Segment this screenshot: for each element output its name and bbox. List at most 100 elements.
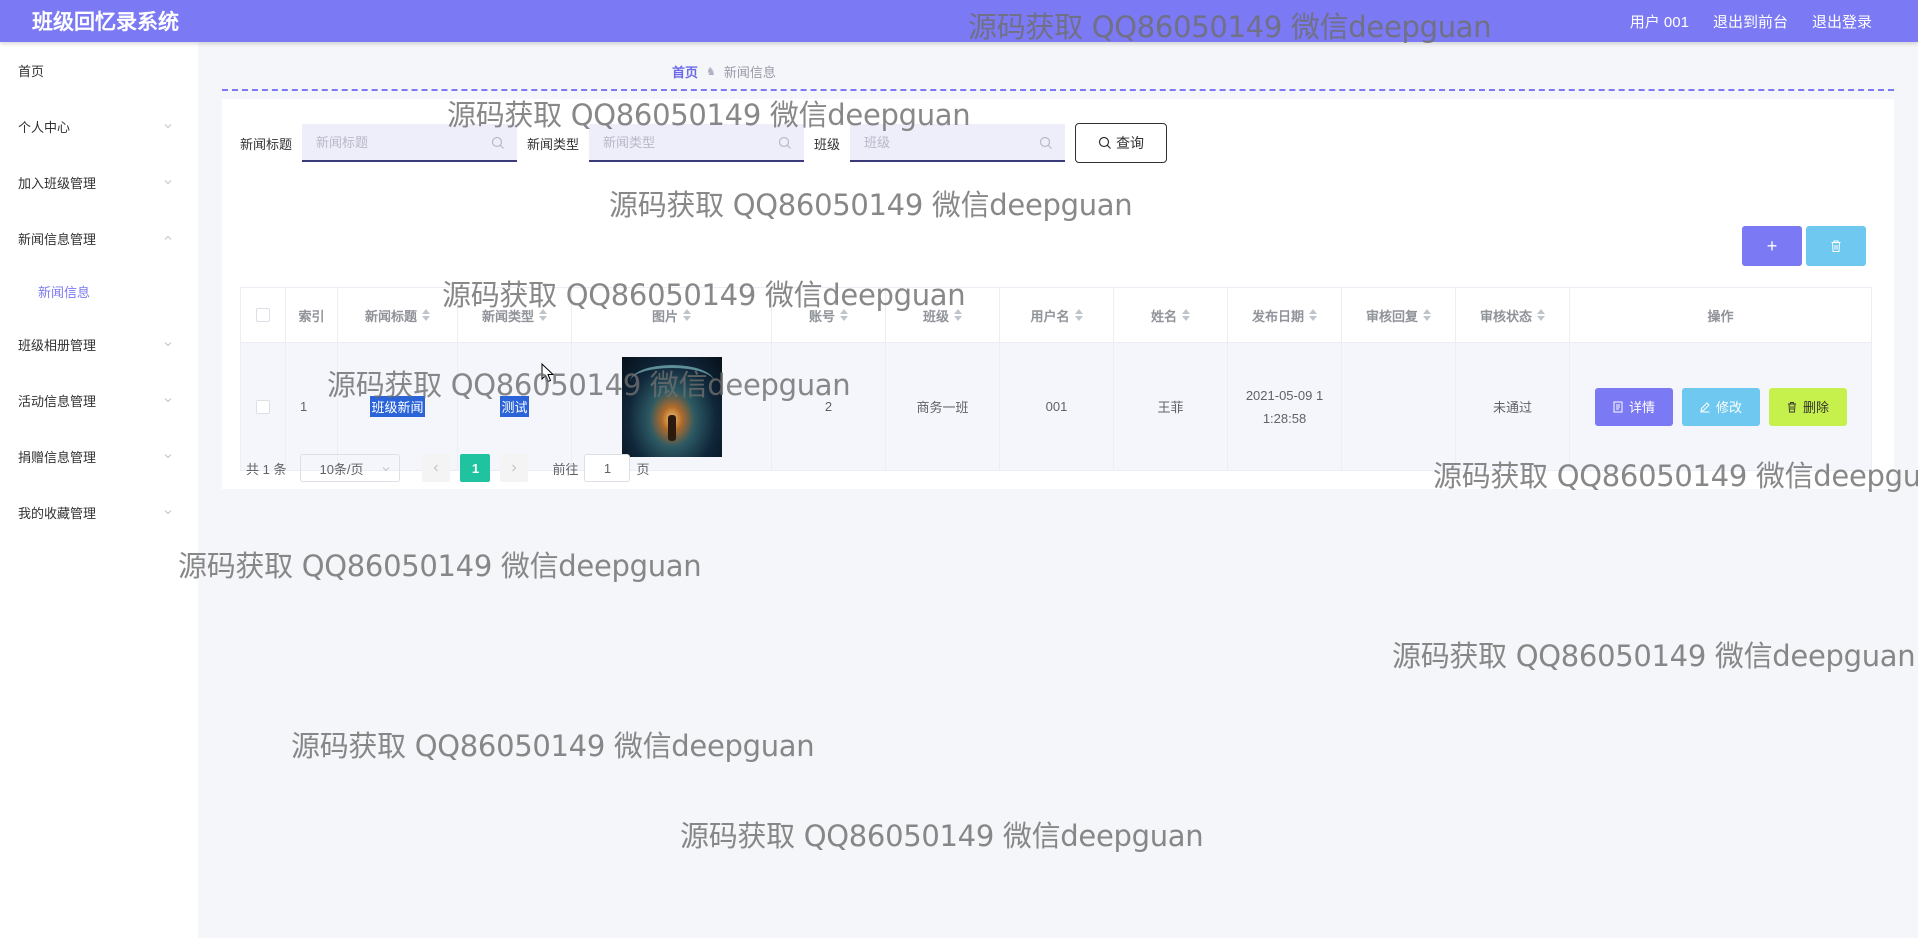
sort-icon[interactable] [1423, 309, 1431, 321]
app-title: 班级回忆录系统 [32, 11, 179, 34]
header-divider [222, 89, 1894, 91]
detail-button[interactable]: 详情 [1594, 387, 1673, 426]
chevron-left-icon [434, 464, 439, 472]
logout-link[interactable]: 退出登录 [1812, 11, 1872, 32]
next-page-button[interactable] [500, 454, 529, 482]
delete-button[interactable]: 删除 [1768, 387, 1847, 426]
title-search-input[interactable] [316, 134, 487, 150]
sidebar-item-label: 加入班级管理 [18, 175, 97, 191]
delete-button-label: 删除 [1802, 400, 1829, 415]
type-search-label: 新闻类型 [527, 136, 580, 152]
cell-status: 未通过 [1456, 343, 1570, 470]
pagination-total: 共 1 条 [246, 461, 287, 477]
cell-username: 001 [1000, 343, 1114, 470]
main-content: 首页 ♞ 新闻信息 新闻标题 新闻类型 班级 查询 [198, 42, 1918, 938]
sidebar-item-label: 我的收藏管理 [18, 505, 97, 521]
top-bar: 班级回忆录系统 用户 001 退出到前台 退出登录 [0, 0, 1918, 42]
trash-icon [1831, 240, 1841, 252]
sidebar-item-join-class[interactable]: 加入班级管理 [0, 154, 198, 210]
col-date[interactable]: 发布日期 [1228, 288, 1342, 342]
col-class[interactable]: 班级 [886, 288, 1000, 342]
cell-operations: 详情 修改 删除 [1570, 343, 1872, 470]
sort-icon[interactable] [1074, 309, 1083, 321]
content-panel: 新闻标题 新闻类型 班级 查询 + [222, 99, 1894, 489]
class-search-input[interactable] [864, 134, 1035, 150]
exit-to-front-link[interactable]: 退出到前台 [1713, 11, 1788, 32]
sort-icon[interactable] [422, 309, 430, 321]
search-bar: 新闻标题 新闻类型 班级 查询 [240, 123, 1168, 163]
cell-index: 1 [286, 343, 338, 470]
sidebar-item-label: 捐赠信息管理 [18, 449, 97, 465]
col-reply[interactable]: 审核回复 [1342, 288, 1456, 342]
sort-icon[interactable] [1537, 309, 1545, 321]
sidebar-item-news-management[interactable]: 新闻信息管理 [0, 210, 198, 266]
col-status-label: 审核状态 [1479, 308, 1532, 324]
sort-icon[interactable] [539, 309, 547, 321]
cell-type-text: 测试 [500, 396, 529, 417]
title-search-label: 新闻标题 [240, 136, 293, 152]
breadcrumb-home[interactable]: 首页 [672, 62, 698, 81]
query-button[interactable]: 查询 [1075, 123, 1168, 163]
sidebar-item-label: 新闻信息管理 [18, 231, 97, 247]
goto-label: 前往 [552, 461, 579, 477]
col-account-label: 账号 [808, 308, 835, 324]
sort-icon[interactable] [1309, 309, 1317, 321]
row-checkbox[interactable] [256, 399, 270, 414]
sidebar-item-class-album[interactable]: 班级相册管理 [0, 316, 198, 372]
add-button[interactable]: + [1742, 226, 1802, 266]
sort-icon[interactable] [840, 309, 848, 321]
sidebar-item-my-favorites[interactable]: 我的收藏管理 [0, 484, 198, 540]
select-all-checkbox[interactable] [256, 308, 270, 322]
col-class-label: 班级 [922, 308, 949, 324]
col-index-label: 索引 [298, 308, 325, 324]
sidebar-item-label: 个人中心 [18, 119, 71, 135]
col-username[interactable]: 用户名 [1000, 288, 1114, 342]
batch-delete-button[interactable] [1806, 226, 1866, 266]
chevron-down-icon [164, 124, 172, 129]
prev-page-button[interactable] [422, 454, 451, 482]
document-icon [1613, 401, 1623, 412]
sidebar-item-label: 首页 [18, 63, 45, 79]
mouse-cursor-icon [541, 363, 555, 383]
edit-icon [1700, 401, 1710, 412]
cell-title: 班级新闻 [338, 343, 458, 470]
col-operations: 操作 [1570, 288, 1872, 342]
cell-reply [1342, 343, 1456, 470]
col-account[interactable]: 账号 [772, 288, 886, 342]
class-search-label: 班级 [814, 136, 841, 152]
detail-button-label: 详情 [1628, 400, 1655, 415]
edit-button-label: 修改 [1715, 400, 1742, 415]
sort-icon[interactable] [683, 309, 691, 321]
sidebar-item-home[interactable]: 首页 [0, 42, 198, 98]
col-type-label: 新闻类型 [481, 308, 534, 324]
news-image-thumbnail[interactable] [621, 356, 722, 457]
table-row: 1 班级新闻 测试 2 商务一班 001 王菲 2021-05-09 1 1:28… [240, 343, 1872, 471]
edit-button[interactable]: 修改 [1681, 387, 1760, 426]
page-size-select[interactable]: 10条/页 [300, 454, 401, 482]
trash-icon [1787, 401, 1796, 412]
search-icon [491, 136, 504, 149]
col-title[interactable]: 新闻标题 [338, 288, 458, 342]
goto-page-input[interactable] [584, 454, 631, 482]
type-search-field [589, 124, 805, 162]
user-name-link[interactable]: 用户 001 [1630, 11, 1689, 32]
sidebar-item-donation-info[interactable]: 捐赠信息管理 [0, 428, 198, 484]
chevron-down-icon [164, 454, 172, 459]
page-number-current[interactable]: 1 [460, 454, 491, 482]
sort-icon[interactable] [954, 309, 962, 321]
pagination: 共 1 条 10条/页 1 前往 页 [246, 454, 650, 482]
col-status[interactable]: 审核状态 [1456, 288, 1570, 342]
search-icon [778, 136, 791, 149]
sidebar-item-activity-info[interactable]: 活动信息管理 [0, 372, 198, 428]
sidebar-item-label: 活动信息管理 [18, 393, 97, 409]
cell-name: 王菲 [1114, 343, 1228, 470]
type-search-input[interactable] [603, 134, 774, 150]
sidebar-subitem-news-info[interactable]: 新闻信息 [0, 266, 198, 316]
sidebar-item-personal-center[interactable]: 个人中心 [0, 98, 198, 154]
col-type[interactable]: 新闻类型 [458, 288, 572, 342]
page-unit-label: 页 [636, 461, 650, 477]
breadcrumb: 首页 ♞ 新闻信息 [672, 62, 776, 81]
col-image[interactable]: 图片 [572, 288, 772, 342]
col-name[interactable]: 姓名 [1114, 288, 1228, 342]
sort-icon[interactable] [1182, 309, 1190, 321]
